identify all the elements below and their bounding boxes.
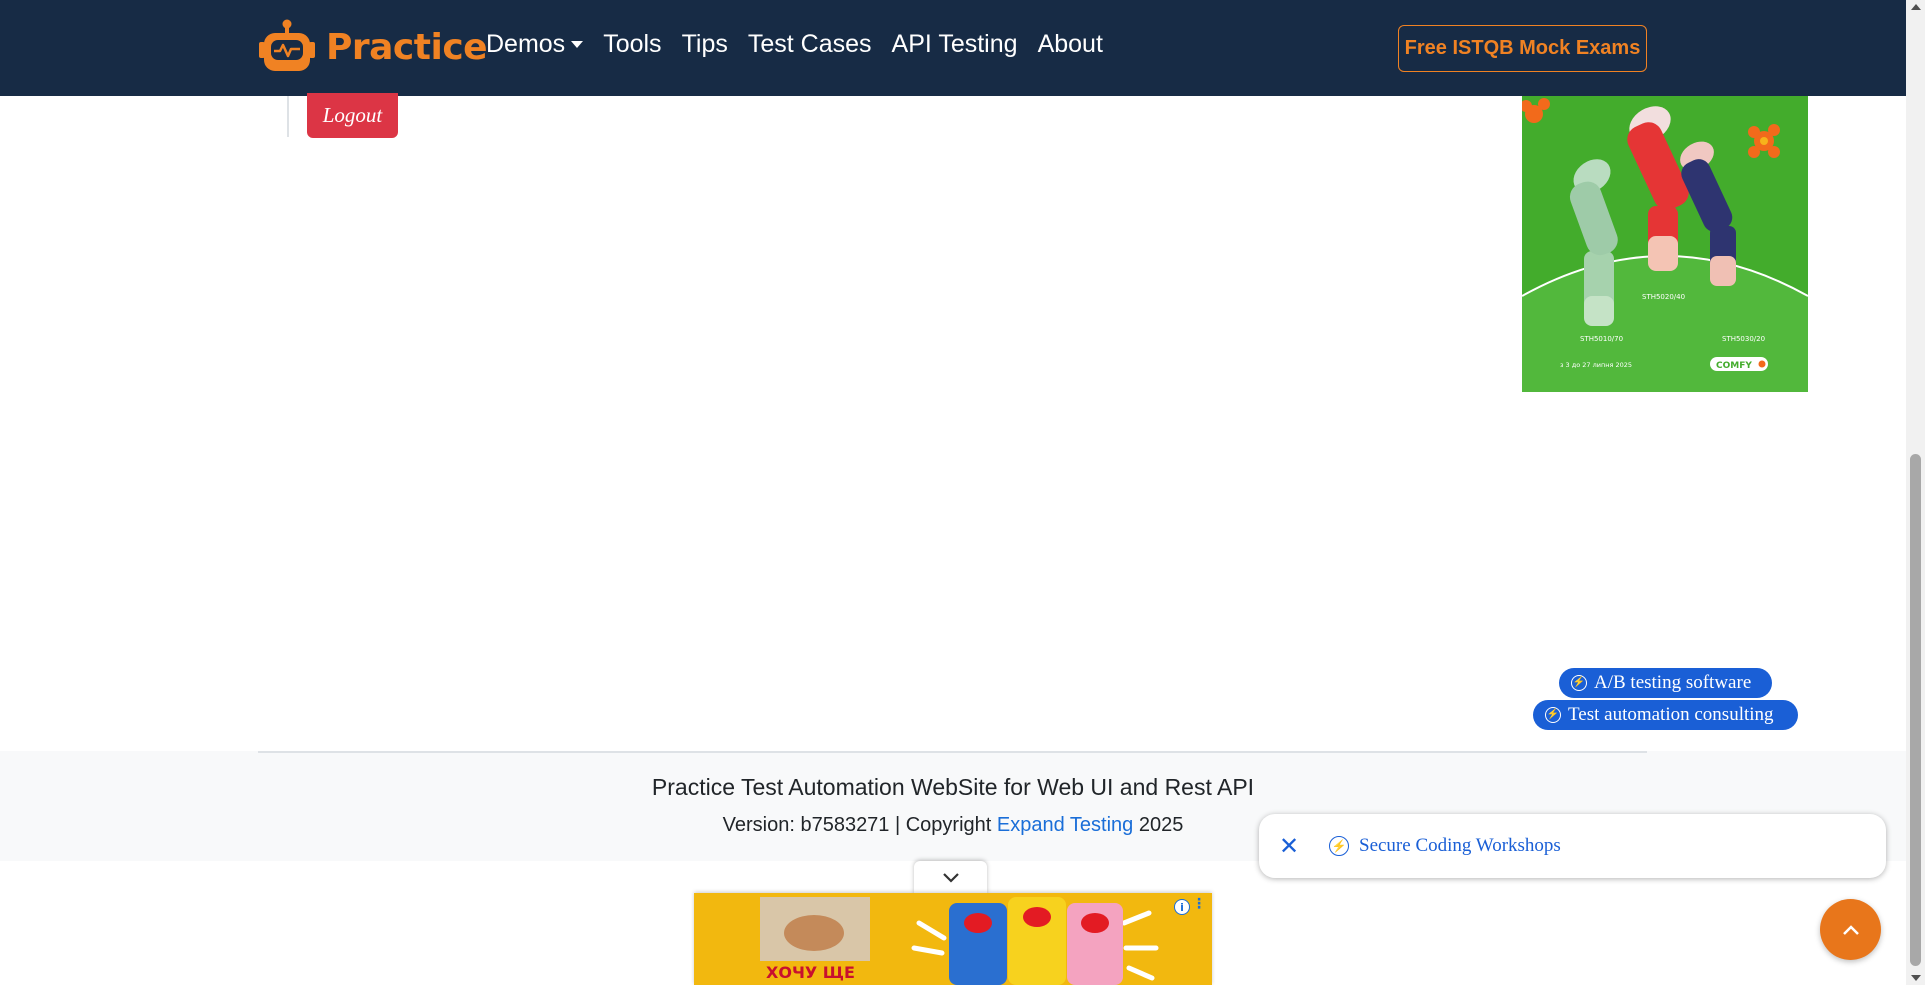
scroll-up-arrow-icon[interactable] — [1911, 4, 1921, 10]
content-divider — [287, 96, 289, 137]
ad-slogan: ХОЧУ ЩЕ — [766, 963, 855, 982]
model-label-3: STH5030/20 — [1722, 335, 1765, 343]
bolt-icon: ⚡ — [1545, 707, 1561, 723]
footer-title: Practice Test Automation WebSite for Web… — [651, 774, 1255, 800]
pill-label: A/B testing software — [1594, 672, 1752, 693]
ad-info-icon[interactable]: i — [1174, 899, 1190, 915]
model-label-2: STH5020/40 — [1642, 293, 1685, 301]
nav-api-testing[interactable]: API Testing — [892, 30, 1018, 59]
pill-label: Test automation consulting — [1568, 704, 1774, 725]
page-scrollbar[interactable] — [1906, 0, 1925, 985]
robot-logo-icon — [259, 19, 315, 71]
nav-demos-dropdown[interactable]: Demos — [486, 30, 584, 59]
version-text: Version: b7583271 | Copyright — [722, 814, 997, 836]
comfy-logo-text: COMFY — [1716, 361, 1752, 371]
nav-about[interactable]: About — [1038, 30, 1103, 59]
floating-link-label: Secure Coding Workshops — [1359, 835, 1561, 856]
copyright-year: 2025 — [1133, 814, 1184, 836]
nav-tools[interactable]: Tools — [603, 30, 661, 59]
logout-button[interactable]: Logout — [307, 93, 398, 138]
expand-testing-link[interactable]: Expand Testing — [997, 814, 1133, 836]
nav-menu: Demos Tools Tips Test Cases API Testing … — [486, 30, 1123, 59]
promo-dates: з 3 до 27 липня 2025 — [1560, 361, 1632, 369]
brand-name: Practice — [326, 26, 488, 68]
scroll-to-top-button[interactable] — [1820, 899, 1881, 960]
scrollbar-thumb[interactable] — [1910, 454, 1921, 966]
sponsored-floating-card: ✕ ⚡ Secure Coding Workshops — [1259, 814, 1886, 878]
top-navbar: Practice Demos Tools Tips Test Cases API… — [0, 0, 1906, 96]
sponsored-pill-ab-testing[interactable]: ⚡ A/B testing software — [1559, 668, 1772, 698]
chevron-up-icon — [1842, 924, 1859, 935]
caret-down-icon — [571, 41, 584, 48]
nav-test-cases[interactable]: Test Cases — [748, 30, 872, 59]
ad-menu-icon[interactable]: ⋮ — [1192, 897, 1206, 911]
scroll-down-arrow-icon[interactable] — [1911, 975, 1921, 981]
bolt-icon: ⚡ — [1571, 675, 1587, 691]
footer-divider — [258, 751, 1647, 753]
advertisement-banner-bottom[interactable]: ХОЧУ ЩЕ i ⋮ — [694, 893, 1212, 985]
secure-coding-workshops-link[interactable]: ⚡ Secure Coding Workshops — [1329, 814, 1561, 878]
close-icon[interactable]: ✕ — [1275, 832, 1303, 860]
model-label-1: STH5010/70 — [1580, 335, 1623, 343]
steamer-ad-illustration: STH5010/70 STH5020/40 STH5030/20 з 3 до … — [1522, 98, 1808, 392]
bolt-icon: ⚡ — [1329, 836, 1349, 856]
istqb-mock-exams-button[interactable]: Free ISTQB Mock Exams — [1398, 25, 1647, 72]
ad-collapse-toggle[interactable] — [914, 861, 987, 895]
nav-demos-label: Demos — [486, 30, 566, 58]
brand-link[interactable]: Practice — [256, 18, 488, 76]
chevron-down-icon — [942, 873, 959, 883]
nav-tips[interactable]: Tips — [682, 30, 728, 59]
sponsored-pill-test-automation[interactable]: ⚡ Test automation consulting — [1533, 700, 1798, 730]
advertisement-banner-right[interactable]: STH5010/70 STH5020/40 STH5030/20 з 3 до … — [1522, 96, 1808, 392]
